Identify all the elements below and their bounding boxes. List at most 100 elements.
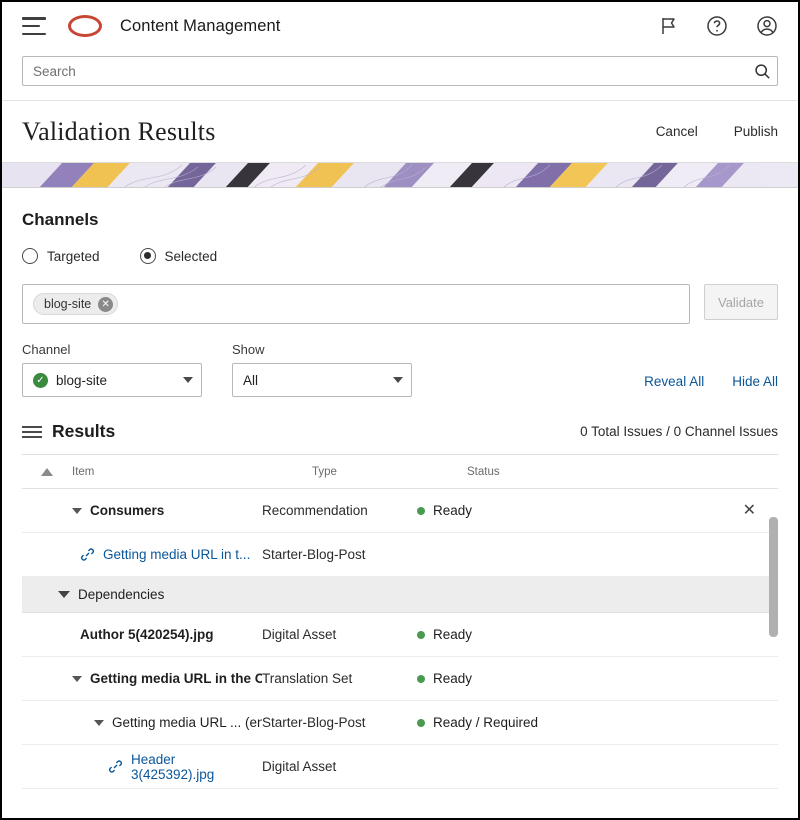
row-type-cell: Digital Asset: [262, 627, 337, 642]
table-row[interactable]: Author 5(420254).jpg Digital Asset Ready: [22, 613, 778, 657]
table-row[interactable]: Getting media URL in the Co... Translati…: [22, 657, 778, 701]
chevron-down-icon[interactable]: [183, 377, 193, 383]
row-item-cell: Author 5(420254).jpg: [22, 627, 262, 642]
chip-label: blog-site: [44, 297, 92, 311]
sort-ascending-icon[interactable]: [22, 467, 72, 476]
results-header: Results 0 Total Issues / 0 Channel Issue…: [22, 421, 778, 454]
show-field-label: Show: [232, 342, 265, 357]
search-icon[interactable]: [747, 57, 777, 85]
channel-chip-field[interactable]: blog-site ✕: [22, 284, 690, 324]
list-icon: [22, 425, 42, 438]
row-status-label: Ready: [433, 671, 473, 686]
group-row-label: Dependencies: [78, 587, 165, 602]
row-status-cell: Ready: [417, 671, 778, 686]
expand-twisty-icon[interactable]: [58, 591, 70, 598]
user-account-icon[interactable]: [756, 15, 778, 37]
row-status-cell: Ready: [417, 503, 778, 518]
link-chain-icon[interactable]: [108, 759, 123, 774]
channel-select-group: Channel ✓ blog-site: [22, 342, 202, 397]
column-header-status[interactable]: Status: [467, 466, 778, 478]
cancel-button[interactable]: Cancel: [656, 124, 698, 139]
radio-targeted-label: Targeted: [47, 248, 100, 264]
expand-twisty-icon[interactable]: [72, 675, 82, 682]
chip-blog-site[interactable]: blog-site ✕: [33, 293, 119, 315]
row-item-cell: Consumers: [22, 503, 262, 518]
app-title: Content Management: [120, 16, 281, 35]
show-select-value: All: [243, 372, 259, 388]
radio-selected[interactable]: Selected: [139, 248, 218, 264]
publish-button[interactable]: Publish: [734, 124, 778, 139]
column-header-type[interactable]: Type: [312, 466, 467, 478]
decorative-banner: [2, 162, 798, 188]
oracle-logo-icon: [68, 15, 102, 37]
group-row-cell: Dependencies: [22, 587, 262, 602]
row-item-label: Getting media URL ... (en-US): [112, 715, 262, 730]
chevron-down-icon[interactable]: [393, 377, 403, 383]
row-type-cell: Recommendation: [262, 503, 368, 518]
channel-picker-row: blog-site ✕ Validate: [22, 284, 778, 324]
validate-button[interactable]: Validate: [704, 284, 778, 320]
channel-mode-radio-group: Targeted Selected: [22, 248, 778, 264]
status-dot-icon: [417, 506, 425, 515]
status-dot-icon: [417, 630, 425, 639]
status-dot-icon: [417, 718, 425, 727]
link-chain-icon[interactable]: [80, 547, 95, 562]
channel-field-label: Channel: [22, 342, 71, 357]
row-type-cell: Starter-Blog-Post: [262, 547, 366, 562]
row-item-cell: Getting media URL in the Co...: [22, 671, 262, 686]
main-content: Channels Targeted Selected blog-site ✕ V…: [2, 188, 798, 789]
hide-all-link[interactable]: Hide All: [732, 374, 778, 389]
table-row[interactable]: Consumers Recommendation Ready ✕: [22, 489, 778, 533]
topbar-icon-group: [658, 15, 782, 37]
table-group-row[interactable]: Dependencies: [22, 577, 778, 613]
row-item-label: Author 5(420254).jpg: [80, 627, 214, 642]
results-title: Results: [52, 421, 116, 441]
row-status-cell: Ready / Required: [417, 715, 778, 730]
radio-targeted-indicator[interactable]: [22, 248, 38, 264]
row-type-cell: Digital Asset: [262, 759, 337, 774]
results-table: Item Type Status Consumers Recommendatio…: [22, 454, 778, 789]
table-row[interactable]: Header 3(425392).jpg Digital Asset: [22, 745, 778, 789]
row-item-cell: Getting media URL in t...: [22, 547, 262, 562]
row-type-cell: Starter-Blog-Post: [262, 715, 366, 730]
expand-twisty-icon[interactable]: [72, 507, 82, 514]
radio-selected-indicator[interactable]: [139, 248, 156, 264]
channel-select[interactable]: ✓ blog-site: [22, 363, 202, 397]
column-header-item[interactable]: Item: [72, 466, 312, 478]
reveal-hide-links: Reveal All Hide All: [644, 374, 778, 397]
expand-twisty-icon[interactable]: [94, 719, 104, 726]
page-title: Validation Results: [22, 116, 216, 146]
row-type-cell: Translation Set: [262, 671, 353, 686]
row-status-label: Ready / Required: [433, 715, 539, 730]
row-item-link[interactable]: Header 3(425392).jpg: [131, 752, 262, 782]
row-item-link[interactable]: Getting media URL in t...: [103, 547, 250, 562]
table-header-row: Item Type Status: [22, 455, 778, 489]
close-icon[interactable]: ✕: [743, 502, 756, 519]
show-select[interactable]: All: [232, 363, 412, 397]
row-item-cell: Header 3(425392).jpg: [22, 752, 262, 782]
search-input[interactable]: [23, 57, 747, 85]
channel-select-value: blog-site: [56, 372, 108, 388]
row-item-label: Getting media URL in the Co...: [90, 671, 262, 686]
help-icon[interactable]: [706, 15, 728, 37]
row-status-label: Ready: [433, 627, 473, 642]
table-row[interactable]: Getting media URL in t... Starter-Blog-P…: [22, 533, 778, 577]
chip-remove-icon[interactable]: ✕: [98, 296, 114, 312]
search-box[interactable]: [22, 56, 778, 86]
results-scrollbar[interactable]: [769, 517, 778, 637]
channels-heading: Channels: [22, 210, 99, 229]
page-header: Validation Results Cancel Publish: [2, 100, 798, 162]
row-item-cell: Getting media URL ... (en-US): [22, 715, 262, 730]
table-row[interactable]: Getting media URL ... (en-US) Starter-Bl…: [22, 701, 778, 745]
reveal-all-link[interactable]: Reveal All: [644, 374, 704, 389]
show-select-group: Show All: [232, 342, 412, 397]
radio-targeted[interactable]: Targeted: [22, 248, 100, 264]
row-status-label: Ready: [433, 503, 473, 518]
flag-icon[interactable]: [658, 16, 678, 36]
app-window: Content Management Search Validation Res…: [0, 0, 800, 820]
row-status-cell: Ready: [417, 627, 778, 642]
hamburger-icon[interactable]: [22, 17, 46, 35]
radio-selected-label: Selected: [164, 248, 218, 264]
issues-summary: 0 Total Issues / 0 Channel Issues: [580, 424, 778, 439]
filters-row: Channel ✓ blog-site Show All Reveal All …: [22, 342, 778, 397]
